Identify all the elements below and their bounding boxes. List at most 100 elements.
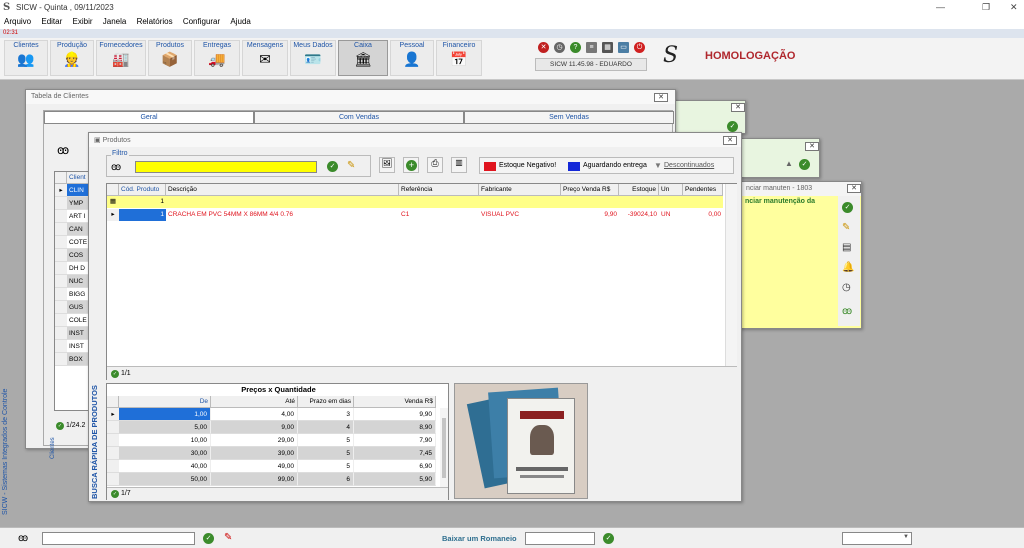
row-code[interactable]: 1	[119, 209, 166, 221]
toolbar-produtos-button[interactable]: Produtos 📦	[148, 40, 192, 76]
price-cell[interactable]: 4	[298, 421, 354, 434]
row-stock[interactable]: -39024,10	[619, 209, 659, 221]
calendar-icon[interactable]: ▤	[842, 242, 851, 253]
price-cell[interactable]: 5	[298, 460, 354, 473]
menu-ajuda[interactable]: Ajuda	[226, 16, 254, 27]
binoculars-icon[interactable]: ꙭ	[18, 533, 28, 544]
tab-sem-vendas[interactable]: Sem Vendas	[464, 111, 674, 124]
col-fabricante[interactable]: Fabricante	[479, 184, 561, 196]
photo-button[interactable]: 🖼	[379, 157, 395, 173]
close-icon[interactable]: ✕	[1010, 2, 1018, 13]
search-input[interactable]	[42, 532, 195, 545]
price-cell[interactable]: 10,00	[119, 434, 211, 447]
legend-discontinued[interactable]: Descontinuados	[664, 162, 714, 169]
toolbar-meus-dados-button[interactable]: Meus Dados 🪪	[290, 40, 336, 76]
binoculars-icon[interactable]: ꙭ	[57, 143, 69, 157]
calculator-icon[interactable]: ▦	[602, 42, 613, 53]
col-codigo[interactable]: Cód. Produto	[119, 184, 166, 196]
row-manufacturer[interactable]: VISUAL PVC	[481, 209, 561, 221]
price-cell[interactable]: 1,00	[119, 408, 211, 421]
col-un[interactable]: Un	[659, 184, 683, 196]
row-price[interactable]: 9,90	[561, 209, 619, 221]
price-cell[interactable]: 5	[298, 447, 354, 460]
filter-input[interactable]	[135, 161, 317, 173]
menu-relatorios[interactable]: Relatórios	[133, 16, 177, 27]
toolbar-financeiro-button[interactable]: Financeiro 📅	[436, 40, 482, 76]
price-cell[interactable]: 6	[298, 473, 354, 486]
close-icon[interactable]: ✕	[654, 93, 668, 102]
menu-janela[interactable]: Janela	[99, 16, 131, 27]
scroll-thumb[interactable]	[442, 418, 446, 478]
toolbar-clientes-button[interactable]: Clientes 👥	[4, 40, 48, 76]
romaneio-go-icon[interactable]: ✓	[603, 533, 614, 544]
tab-geral[interactable]: Geral	[44, 111, 254, 124]
tab-com-vendas[interactable]: Com Vendas	[254, 111, 464, 124]
help-icon[interactable]: ?	[570, 42, 581, 53]
filter-code-cell[interactable]: 1	[119, 196, 166, 208]
toolbar-mensagens-button[interactable]: Mensagens ✉	[242, 40, 288, 76]
price-cell[interactable]: 7,90	[354, 434, 436, 447]
close-icon[interactable]: ✕	[805, 142, 819, 151]
row-description[interactable]: CRACHA EM PVC 54MM X 86MM 4/4 0.76	[168, 209, 398, 221]
close-icon[interactable]: ✕	[723, 136, 737, 145]
row-reference[interactable]: C1	[401, 209, 479, 221]
restore-icon[interactable]: ❐	[982, 2, 990, 13]
power-icon[interactable]: ⏻	[634, 42, 645, 53]
binoculars-icon[interactable]: ꙭ	[111, 162, 121, 173]
prices-scrollbar[interactable]	[440, 408, 448, 488]
eraser-icon[interactable]: ✎	[224, 532, 232, 543]
menu-exibir[interactable]: Exibir	[69, 16, 97, 27]
col-de[interactable]: De	[119, 396, 211, 408]
price-cell[interactable]: 49,00	[211, 460, 298, 473]
clock-icon[interactable]: ◷	[554, 42, 565, 53]
filter-button[interactable]: ▥	[451, 157, 467, 173]
price-cell[interactable]: 7,45	[354, 447, 436, 460]
price-cell[interactable]: 9,90	[354, 408, 436, 421]
row-unit[interactable]: UN	[661, 209, 683, 221]
price-cell[interactable]: 5,00	[119, 421, 211, 434]
apply-filter-icon[interactable]: ✓	[327, 161, 338, 172]
add-button[interactable]: +	[403, 157, 419, 173]
col-ate[interactable]: Até	[211, 396, 298, 408]
scroll-up-icon[interactable]: ▲	[785, 159, 793, 168]
price-cell[interactable]: 39,00	[211, 447, 298, 460]
binoculars-icon[interactable]: ꙭ	[842, 306, 852, 317]
menu-editar[interactable]: Editar	[37, 16, 66, 27]
notes-icon[interactable]: ≡	[586, 42, 597, 53]
col-prazo[interactable]: Prazo em dias	[298, 396, 354, 408]
check-icon[interactable]: ✓	[799, 159, 810, 170]
close-icon[interactable]: ✕	[731, 103, 745, 112]
check-icon[interactable]: ✓	[842, 202, 853, 213]
row-pending[interactable]: 0,00	[683, 209, 723, 221]
status-select[interactable]: ▼	[842, 532, 912, 545]
price-cell[interactable]: 30,00	[119, 447, 211, 460]
price-cell[interactable]: 4,00	[211, 408, 298, 421]
minimize-icon[interactable]: —	[936, 2, 945, 12]
menu-arquivo[interactable]: Arquivo	[0, 16, 35, 27]
toolbar-producao-button[interactable]: Produção 👷	[50, 40, 94, 76]
price-cell[interactable]: 5	[298, 434, 354, 447]
toolbar-caixa-button[interactable]: Caixa 🏛	[338, 40, 388, 76]
price-cell[interactable]: 3	[298, 408, 354, 421]
screen-icon[interactable]: ▭	[618, 42, 629, 53]
filter-row[interactable]	[107, 196, 723, 208]
products-scrollbar[interactable]	[725, 184, 737, 366]
price-cell[interactable]: 99,00	[211, 473, 298, 486]
manutencao-link[interactable]: nciar manutenção da	[745, 198, 815, 205]
col-referencia[interactable]: Referência	[399, 184, 479, 196]
clear-filter-icon[interactable]: ✎	[347, 160, 355, 171]
toolbar-pessoal-button[interactable]: Pessoal 👤	[390, 40, 434, 76]
menu-configurar[interactable]: Configurar	[179, 16, 224, 27]
col-preco[interactable]: Preço Venda R$	[561, 184, 619, 196]
col-descricao[interactable]: Descrição	[166, 184, 399, 196]
price-cell[interactable]: 8,90	[354, 421, 436, 434]
toolbar-fornecedores-button[interactable]: Fornecedores 🏭	[96, 40, 146, 76]
romaneio-input[interactable]	[525, 532, 595, 545]
col-venda[interactable]: Venda R$	[354, 396, 436, 408]
print-button[interactable]: ⎙	[427, 157, 443, 173]
price-cell[interactable]: 9,00	[211, 421, 298, 434]
check-icon[interactable]: ✓	[727, 121, 738, 132]
close-session-icon[interactable]: ✕	[538, 42, 549, 53]
col-pendentes[interactable]: Pendentes	[683, 184, 723, 196]
pencil-icon[interactable]: ✎	[842, 222, 850, 233]
